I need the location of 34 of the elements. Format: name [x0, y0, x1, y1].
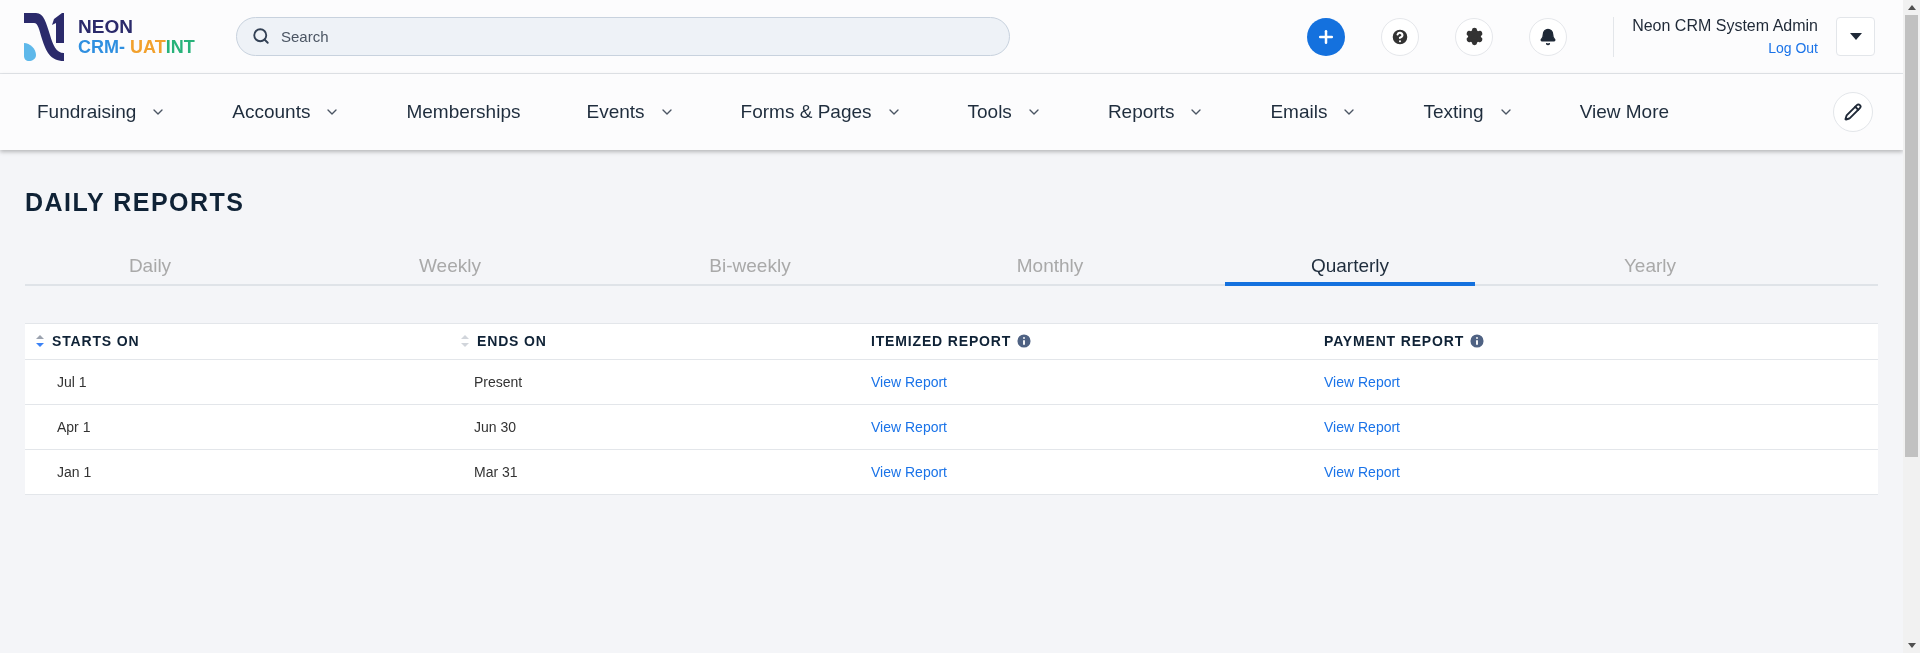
- page-title: DAILY REPORTS: [25, 187, 246, 218]
- logo-subtext: CRM- UATINT: [78, 36, 195, 57]
- table-cell: Jun 30: [474, 418, 517, 435]
- nav-item[interactable]: Fundraising: [37, 97, 167, 127]
- table-cell: Jan 1: [57, 463, 92, 480]
- view-report-link[interactable]: View Report: [871, 418, 947, 435]
- nav-item[interactable]: Events: [586, 97, 675, 127]
- nav-item[interactable]: Tools: [967, 97, 1042, 127]
- column-header[interactable]: ENDS ON: [477, 330, 547, 352]
- nav-item[interactable]: Forms & Pages: [740, 97, 902, 127]
- nav-item[interactable]: Accounts: [232, 97, 341, 127]
- column-header: ITEMIZED REPORT: [871, 331, 1012, 351]
- nav-item[interactable]: Memberships: [406, 97, 521, 127]
- view-report-link[interactable]: View Report: [1324, 373, 1400, 390]
- column-header: PAYMENT REPORT: [1324, 331, 1465, 351]
- user-name: Neon CRM System Admin: [1632, 16, 1818, 36]
- table-cell: Mar 31: [474, 463, 518, 480]
- logo-text: NEON: [78, 16, 134, 37]
- nav-item[interactable]: View More: [1579, 97, 1670, 127]
- column-header[interactable]: STARTS ON: [52, 330, 140, 352]
- view-report-link[interactable]: View Report: [1324, 418, 1400, 435]
- logo[interactable]: NEON CRM- UATINT: [24, 12, 214, 61]
- view-report-link[interactable]: View Report: [871, 463, 947, 480]
- search-field[interactable]: Search: [236, 17, 1010, 56]
- view-report-link[interactable]: View Report: [871, 373, 947, 390]
- table-cell: Apr 1: [57, 418, 91, 435]
- nav-item[interactable]: Reports: [1107, 97, 1205, 127]
- logout-link[interactable]: Log Out: [1768, 38, 1818, 59]
- table-cell: Present: [474, 373, 523, 390]
- table-cell: Jul 1: [57, 373, 87, 390]
- nav-item[interactable]: Emails: [1270, 97, 1358, 127]
- nav-item[interactable]: Texting: [1423, 97, 1514, 127]
- view-report-link[interactable]: View Report: [1324, 463, 1400, 480]
- period-tab[interactable]: Quarterly: [1225, 251, 1475, 286]
